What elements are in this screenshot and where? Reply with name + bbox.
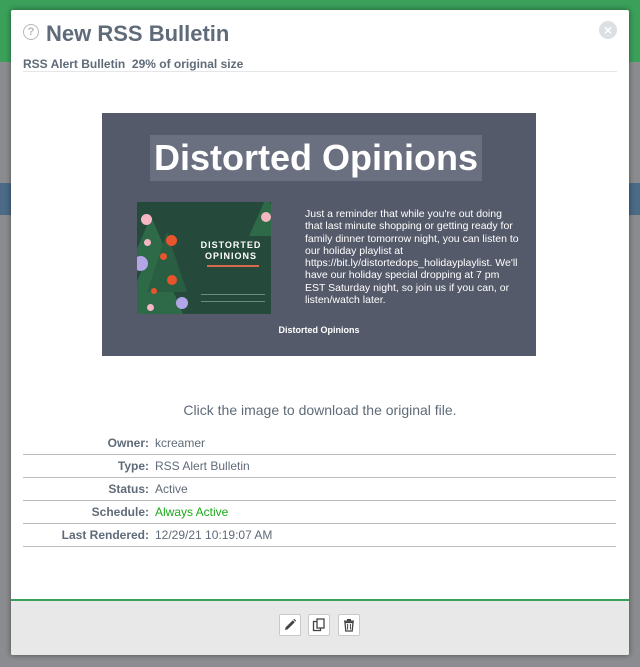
schedule-value: Always Active xyxy=(155,505,229,519)
ornament xyxy=(176,297,188,309)
bulletin-preview-image[interactable]: Distorted Opinions DISTORTED OPINIONS Ju… xyxy=(102,113,536,356)
promo-underline xyxy=(207,265,259,267)
preview-heading: Distorted Opinions xyxy=(150,135,482,181)
close-icon[interactable]: × xyxy=(599,21,617,39)
preview-footer: Distorted Opinions xyxy=(278,325,360,335)
bulletin-details-table: Owner: kcreamer Type: RSS Alert Bulletin… xyxy=(23,432,616,547)
preview-body-text: Just a reminder that while you're out do… xyxy=(305,208,519,307)
owner-label: Owner: xyxy=(107,436,149,450)
edit-button[interactable] xyxy=(279,614,301,636)
schedule-label: Schedule: xyxy=(91,505,149,519)
rss-bulletin-modal: ? New RSS Bulletin × RSS Alert Bulletin … xyxy=(11,10,629,655)
ornament xyxy=(167,275,177,285)
ornament xyxy=(141,214,152,225)
ornament xyxy=(144,239,151,246)
last-rendered-value: 12/29/21 10:19:07 AM xyxy=(155,528,273,542)
type-value: RSS Alert Bulletin xyxy=(155,459,250,473)
subtitle-divider xyxy=(23,71,617,72)
last-rendered-label: Last Rendered: xyxy=(61,528,149,542)
status-label: Status: xyxy=(108,482,149,496)
promo-graphic: DISTORTED OPINIONS xyxy=(137,202,271,314)
owner-row: Owner: kcreamer xyxy=(23,432,616,455)
duplicate-button[interactable] xyxy=(308,614,330,636)
modal-subtitle: RSS Alert Bulletin 29% of original size xyxy=(23,57,244,71)
type-label: Type: xyxy=(117,459,149,473)
modal-title: New RSS Bulletin xyxy=(46,21,230,46)
ornament xyxy=(261,212,271,222)
modal-footer-toolbar xyxy=(11,599,629,655)
promo-fineprint xyxy=(201,294,265,302)
schedule-row: Schedule: Always Active xyxy=(23,501,616,524)
last-rendered-row: Last Rendered: 12/29/21 10:19:07 AM xyxy=(23,524,616,547)
delete-button[interactable] xyxy=(338,614,360,636)
status-value: Active xyxy=(155,482,188,496)
ornament xyxy=(160,253,167,260)
ornament xyxy=(151,288,157,294)
type-row: Type: RSS Alert Bulletin xyxy=(23,455,616,478)
status-row: Status: Active xyxy=(23,478,616,501)
ornament xyxy=(147,304,154,311)
owner-value: kcreamer xyxy=(155,436,206,450)
help-icon[interactable]: ? xyxy=(23,24,39,40)
download-original-link[interactable]: Click the image to download the original… xyxy=(11,402,629,418)
promo-title: DISTORTED OPINIONS xyxy=(200,240,262,261)
ornament xyxy=(166,235,177,246)
